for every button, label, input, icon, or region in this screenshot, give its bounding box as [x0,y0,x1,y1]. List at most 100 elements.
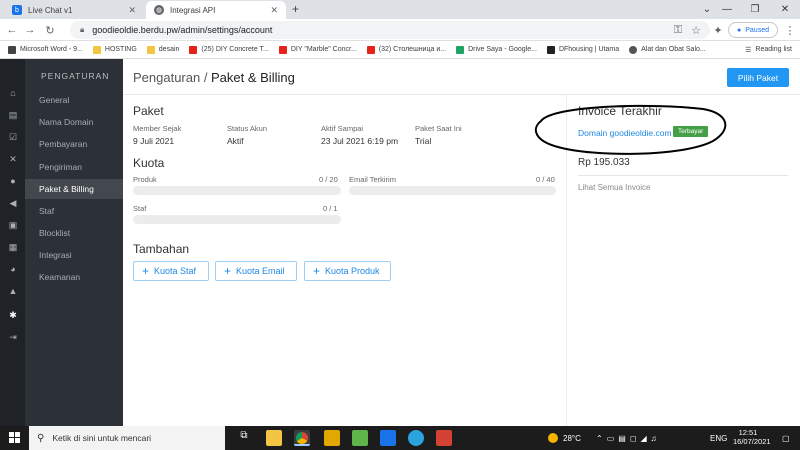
close-window-icon[interactable]: ✕ [770,0,800,19]
add-email-quota-button[interactable]: + Kuota Email [215,261,297,281]
logout-icon[interactable]: ⇥ [7,331,19,343]
quota-label: Produk [133,175,157,184]
sidebar-item-pembayaran[interactable]: Pembayaran [25,134,123,154]
clipboard-icon[interactable]: ▦ [7,241,19,253]
notifications-icon[interactable]: ▢ [782,426,790,450]
dfhousing-icon [546,45,555,54]
choose-plan-button[interactable]: Pilih Paket [727,68,789,87]
tab-live-chat[interactable]: b Live Chat v1 ✕ [4,1,144,19]
drive-icon [456,45,465,54]
sidebar-item-staf[interactable]: Staf [25,201,123,221]
store-icon[interactable] [266,430,282,446]
file-explorer-icon[interactable] [324,430,340,446]
quota-progress-bar [133,215,341,224]
sidebar-item-integrasi[interactable]: Integrasi [25,245,123,265]
tab-integrasi-api[interactable]: ◍ Integrasi API ✕ [146,1,286,19]
bookmark-item[interactable]: (25) DIY Concrete T... [189,45,269,54]
word-icon [8,45,16,54]
bookmark-item[interactable]: Microsoft Word - 9... [8,45,83,54]
tambahan-section-title: Tambahan [133,242,190,256]
lock-icon: 🔒︎ [80,25,85,34]
url-text: goodieoldie.berdu.pw/admin/settings/acco… [92,25,273,35]
weather-widget[interactable]: 28°C [548,426,581,450]
plus-icon: + [224,264,232,278]
bookmark-item[interactable]: Alat dan Obat Salo... [629,45,706,54]
livechat-favicon-icon: b [12,5,22,15]
search-placeholder: Ketik di sini untuk mencari [52,433,152,443]
kuota-section-title: Kuota [133,156,165,170]
reading-list-button[interactable]: ☰ Reading list [745,46,792,54]
new-tab-button[interactable]: + [292,2,299,16]
tools-icon[interactable]: ✕ [7,153,19,165]
bookmark-folder[interactable]: desain [146,45,179,54]
minimize-icon[interactable]: — [712,0,742,19]
current-plan-value: Trial [415,136,432,146]
checkbox-icon[interactable]: ☑ [7,131,19,143]
bookmark-item[interactable]: (32) Столешница и... [366,45,446,54]
tab-label: Integrasi API [170,5,216,15]
globe-favicon-icon: ◍ [154,5,164,15]
document-icon[interactable]: ▤ [7,109,19,121]
bookmark-item[interactable]: DFhousing | Utama [546,45,619,54]
close-tab-icon[interactable]: ✕ [128,5,136,16]
flask-icon[interactable]: ▲ [7,285,19,297]
active-until-value: 23 Jul 2021 6:19 pm [321,136,399,146]
youtube-icon [278,45,287,54]
chrome-icon[interactable] [294,430,310,446]
image-icon[interactable]: ▣ [7,219,19,231]
menu-icon[interactable]: ⋮ [782,22,798,38]
folder-icon [92,45,101,54]
palette-icon[interactable]: ◕ [7,263,19,275]
task-view-icon[interactable]: ⧉ [236,430,252,446]
windows-start-icon[interactable] [9,432,21,444]
see-all-invoices-link[interactable]: Lihat Semua Invoice [578,183,651,192]
system-tray-icons[interactable]: ⌃▭▤◻◢♫ [596,426,661,450]
member-since-value: 9 Juli 2021 [133,136,175,146]
sidebar-item-keamanan[interactable]: Keamanan [25,267,123,287]
sidebar-item-general[interactable]: General [25,90,123,110]
sidebar-item-pengiriman[interactable]: Pengiriman [25,157,123,177]
language-indicator[interactable]: ENG [710,426,727,450]
add-product-quota-button[interactable]: + Kuota Produk [304,261,391,281]
taskbar-search-box[interactable]: ⚲ Ketik di sini untuk mencari [29,426,225,450]
reload-icon[interactable]: ↻ [42,22,58,38]
sidebar-item-nama-domain[interactable]: Nama Domain [25,112,123,132]
bookmark-folder[interactable]: HOSTING [92,45,137,54]
page-header: Pengaturan / Paket & Billing Pilih Paket [123,59,800,95]
sidebar-heading: PENGATURAN [41,71,110,81]
member-since-label: Member Sejak [133,124,182,133]
app-icon[interactable] [436,430,452,446]
bookmark-item[interactable]: Drive Saya - Google... [456,45,537,54]
sync-icon: ● [737,26,742,34]
maximize-icon[interactable]: ❐ [740,0,770,19]
url-bar[interactable]: 🔒︎ goodieoldie.berdu.pw/admin/settings/a… [70,21,710,39]
close-tab-icon[interactable]: ✕ [270,5,278,16]
megaphone-icon[interactable]: ◀ [7,197,19,209]
whatsapp-icon[interactable] [352,430,368,446]
home-icon[interactable]: ⌂ [7,87,19,99]
paket-section-title: Paket [133,104,164,118]
bookmark-star-icon[interactable]: ☆ [688,22,704,38]
active-until-label: Aktif Sampai [321,124,364,133]
main-content: Pengaturan / Paket & Billing Pilih Paket… [123,59,800,426]
telegram-icon[interactable] [408,430,424,446]
clock[interactable]: 12:51 16/07/2021 [733,428,771,446]
browser-tab-strip: b Live Chat v1 ✕ ◍ Integrasi API ✕ + ⌄ —… [0,0,800,19]
sun-icon [548,433,558,443]
sidebar-item-paket-billing[interactable]: Paket & Billing [25,179,123,199]
youtube-icon [189,45,198,54]
add-staff-quota-button[interactable]: + Kuota Staf [133,261,209,281]
back-icon[interactable]: ← [4,22,20,38]
bookmark-item[interactable]: DIY "Marble" Concr... [278,45,357,54]
clock-date: 16/07/2021 [733,437,771,446]
users-icon[interactable]: ● [7,175,19,187]
sidebar-item-blocklist[interactable]: Blocklist [25,223,123,243]
forward-icon[interactable]: → [22,22,38,38]
mail-icon[interactable] [380,430,396,446]
settings-icon[interactable]: ✱ [7,309,19,321]
profile-paused-button[interactable]: ● Paused [728,22,778,38]
extensions-icon[interactable]: ✦ [710,22,726,38]
breadcrumb-parent[interactable]: Pengaturan / [133,70,207,85]
key-icon[interactable]: ⚿ [670,22,686,38]
search-icon: ⚲ [37,432,45,444]
